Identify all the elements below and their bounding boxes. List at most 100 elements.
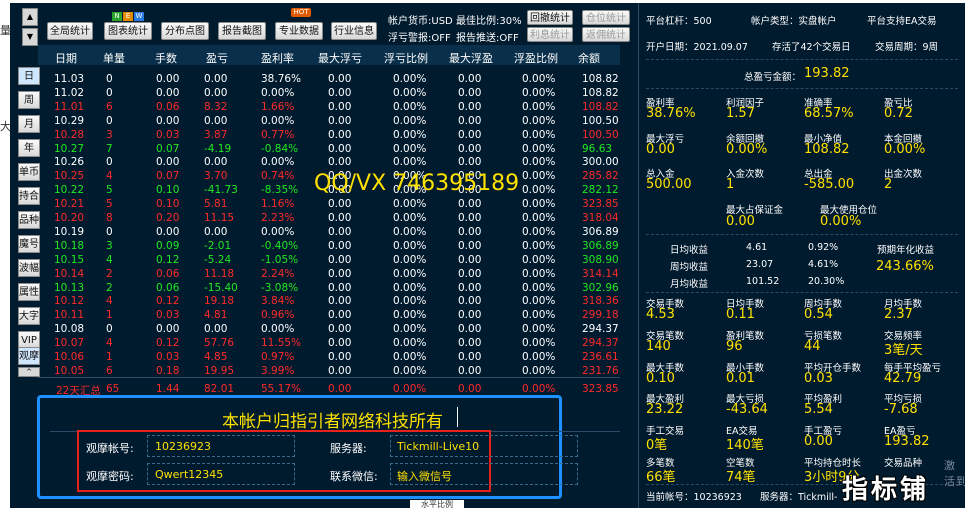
table-row[interactable]: 10.18 3 0.09 -2.01 -0.40% 0.00 0.00% 0.00 0.00% 3… [48,240,619,255]
cell-max-float-profit: 0.00 [458,156,482,169]
table-row[interactable]: 11.02 0 0.00 0.00 0.00% 0.00 0.00% 0.00 0.00% 108… [48,87,619,102]
cell-max-float-profit: 0.00 [458,309,482,322]
cell-date: 10.11 [54,309,85,322]
stat-value: -7.68 [884,402,918,418]
table-row[interactable]: 10.15 4 0.12 -5.24 -1.05% 0.00 0.00% 0.00 0.00% 3… [48,253,619,269]
cell-float-loss-ratio: 0.00% [393,198,427,211]
table-row[interactable]: 10.26 0 0.00 0.00 0.00% 0.00 0.00% 0.00 0.00% 300… [48,156,619,171]
cell-float-profit-ratio: 0.00% [522,142,556,155]
nav-holdings[interactable]: 持合 [18,187,40,205]
current-server: 服务器：Tickmill- [760,492,838,503]
total-float-profit-ratio: 0.00% [522,383,556,395]
nav-observe[interactable]: 观摩 [18,347,40,365]
stat-value: 2 [884,177,893,192]
cell-orders: 0 [106,323,113,336]
stat-value: 66笔 [646,470,676,485]
table-row[interactable]: 10.20 8 0.20 11.15 2.23% 0.00 0.00% 0.00 0.00% 31… [48,212,619,227]
stat-value: 0.00 [646,141,675,157]
table-row[interactable]: 10.19 0 0.00 0.00 0.00% 0.00 0.00% 0.00 0.00% 306… [48,225,619,241]
collapse-arrow[interactable]: ^ [18,367,40,377]
col-max-float-loss: 最大浮亏 [318,52,362,65]
table-row[interactable]: 11.01 6 0.06 8.32 1.66% 0.00 0.00% 0.00 0.00% 108… [48,100,619,116]
pro-data-button[interactable]: 专业数据 [275,22,323,40]
table-row[interactable]: 10.06 1 0.03 4.85 0.97% 0.00 0.00% 0.00 0.00% 236… [48,351,619,366]
table-row[interactable]: 10.08 0 0.00 0.00 0.00% 0.00 0.00% 0.00 0.00% 294… [48,323,619,338]
cell-float-profit-ratio: 0.00% [522,128,556,141]
position-stats-button[interactable]: 仓位统计 [582,10,630,25]
table-row[interactable]: 10.29 0 0.00 0.00 0.00% 0.00 0.00% 0.00 0.00% 100… [48,114,619,130]
cell-orders: 0 [106,156,113,169]
weekly-gain-label: 周均收益 [670,262,709,273]
scroll-down-arrow[interactable]: ▼ [22,28,38,46]
global-stats-button[interactable]: 全局统计 [47,22,93,40]
stat-value: 1 [726,177,735,192]
interest-stats-button[interactable]: 利息统计 [527,27,573,42]
nav-volatility[interactable]: 波幅 [18,259,40,277]
cell-pnl: 4.81 [204,309,228,322]
cell-date: 10.19 [54,225,85,238]
cell-pnl: -5.24 [204,253,232,266]
cell-balance: 236.61 [582,351,619,363]
chart-stats-button[interactable]: 图表统计 [104,22,152,40]
distribution-chart-button[interactable]: 分布点图 [161,22,209,40]
stat-value: -43.64 [726,402,768,418]
nav-year[interactable]: 年 [18,139,40,157]
table-row[interactable]: 10.12 4 0.12 19.18 3.84% 0.00 0.00% 0.00 0.00% 31… [48,295,619,310]
observe-account-value: 10236923 [155,440,211,453]
nav-big-font[interactable]: 大字 [18,307,40,325]
nav-symbol[interactable]: 品种 [18,211,40,229]
table-row[interactable]: 10.11 1 0.03 4.81 0.96% 0.00 0.00% 0.00 0.00% 299… [48,309,619,324]
report-screenshot-button[interactable]: 报告截图 [218,22,266,40]
table-row[interactable]: 10.14 2 0.06 11.18 2.24% 0.00 0.00% 0.00 0.00% 31… [48,267,619,283]
table-row[interactable]: 11.03 0 0.00 0.00 38.76% 0.00 0.00% 0.00 0.00% 10… [48,73,619,88]
cell-max-float-profit: 0.00 [458,351,482,363]
table-row[interactable]: 10.27 7 0.07 -4.19 -0.84% 0.00 0.00% 0.00 0.00% 9… [48,143,618,158]
cell-balance: 299.18 [582,309,619,322]
cell-profit-rate: 2.23% [261,212,295,224]
drawdown-stats-button[interactable]: 回撤统计 [527,10,573,25]
nav-day[interactable]: 日 [18,67,40,85]
stat-value: 74笔 [726,470,756,485]
cell-lots: 0.10 [156,198,180,211]
cell-max-float-loss: 0.00 [328,198,352,211]
horizontal-ratio-tab[interactable]: 水平比例 [410,500,464,510]
cell-pnl: 0.00 [204,323,228,336]
cell-profit-rate: 3.84% [261,295,295,308]
nav-single-currency[interactable]: 单币 [18,163,40,181]
rebate-stats-button[interactable]: 返佣统计 [582,27,630,42]
nav-magic[interactable]: 魔号 [18,235,40,253]
cell-max-float-profit: 0.00 [458,364,482,377]
cell-pnl: -41.73 [204,184,238,197]
table-row[interactable]: 10.07 4 0.12 57.76 11.55% 0.00 0.00% 0.00 0.00% 2… [48,337,619,352]
cell-date: 11.01 [54,100,85,113]
stat-value: -585.00 [804,177,855,192]
cell-profit-rate: 2.24% [261,267,295,280]
cell-pnl: 0.00 [204,225,228,238]
scroll-up-arrow[interactable]: ▲ [22,8,38,26]
cell-pnl: 5.81 [204,198,228,211]
cell-max-float-loss: 0.00 [328,73,352,85]
cell-balance: 282.12 [582,184,619,197]
report-push-status: 报告推送:OFF [456,33,519,44]
cell-float-profit-ratio: 0.00% [522,281,556,294]
cell-lots: 0.06 [156,281,180,294]
cell-date: 11.03 [54,73,85,85]
cell-lots: 0.07 [156,142,180,155]
wechat-label: 联系微信: [330,470,378,483]
cell-date: 10.26 [54,156,85,169]
stat-value: 44 [804,338,821,354]
table-row[interactable]: 10.21 5 0.10 5.81 1.16% 0.00 0.00% 0.00 0.00% 323… [48,198,619,213]
nav-week[interactable]: 周 [18,91,40,109]
table-row[interactable]: 10.28 3 0.03 3.87 0.77% 0.00 0.00% 0.00 0.00% 100… [48,128,619,144]
nav-attributes[interactable]: 属性 [18,283,40,301]
cell-orders: 0 [106,114,113,127]
cell-date: 10.08 [54,323,85,336]
cell-pnl: 11.18 [204,267,235,280]
cell-balance: 108.82 [582,73,619,85]
table-row[interactable]: 10.13 2 0.06 -15.40 -3.08% 0.00 0.00% 0.00 0.00%… [48,281,619,297]
cell-lots: 0.12 [156,253,180,266]
nav-month[interactable]: 月 [18,115,40,133]
stat-value: 500.00 [646,177,692,192]
industry-info-button[interactable]: 行业信息 [331,22,377,40]
cell-profit-rate: 0.97% [261,351,295,363]
